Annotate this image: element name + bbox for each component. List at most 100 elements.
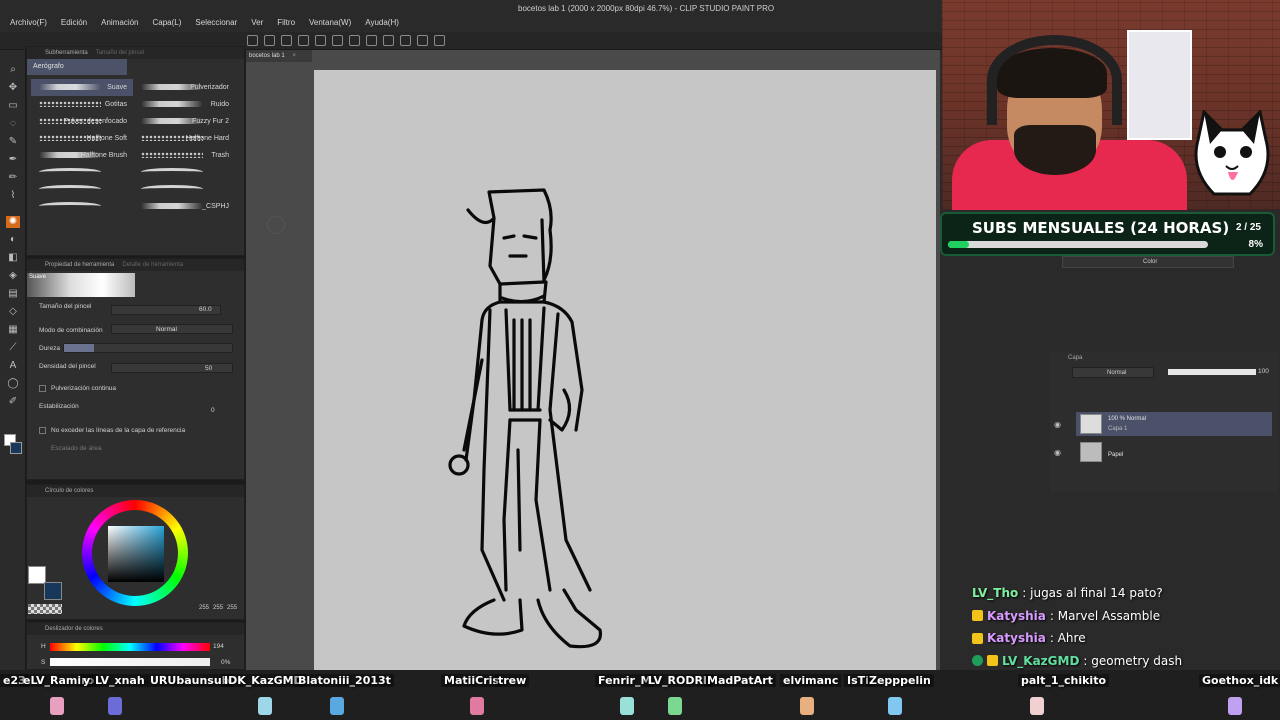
brush-suave[interactable]: Suave xyxy=(31,79,133,96)
airbrush-tool-icon[interactable]: ✺ xyxy=(6,216,20,228)
open-file-icon[interactable] xyxy=(264,35,275,46)
subtool-header-label[interactable]: Subherramienta xyxy=(45,50,88,56)
saturation-square[interactable] xyxy=(108,526,164,582)
pencil-tool-icon[interactable]: ✏ xyxy=(6,172,20,184)
fill-icon[interactable] xyxy=(349,35,360,46)
save-icon[interactable] xyxy=(281,35,292,46)
balloon-tool-icon[interactable]: ◯ xyxy=(6,378,20,390)
menu-edicion[interactable]: Edición xyxy=(61,18,87,27)
brush-pulver-desenfocado[interactable]: Pulver. desenfocado xyxy=(31,113,133,130)
viewer-avatar xyxy=(668,697,682,715)
color-wheel-header: Círculo de colores xyxy=(27,485,244,497)
chat-username: Katyshia xyxy=(987,608,1046,623)
brush-gotitas[interactable]: Gotitas xyxy=(31,96,133,113)
layer-opacity-slider[interactable] xyxy=(1168,369,1256,375)
continuous-checkbox[interactable] xyxy=(39,385,46,392)
move-tool-icon[interactable]: ✥ xyxy=(6,82,20,94)
gradient-tool-icon[interactable]: ▤ xyxy=(6,288,20,300)
brush-halftone-soft[interactable]: Halftone Soft xyxy=(31,130,133,147)
subs-percent: 8% xyxy=(1248,239,1263,250)
viewer-name: Blatoniii_2013t xyxy=(295,674,394,687)
transparent-swatch[interactable] xyxy=(28,604,62,614)
color-wheel-header-label[interactable]: Círculo de colores xyxy=(45,488,93,494)
ref-layer-checkbox[interactable] xyxy=(39,427,46,434)
eraser-tool-icon[interactable]: ◧ xyxy=(6,252,20,264)
layer-header[interactable]: Capa xyxy=(1068,355,1082,361)
preset-preview[interactable]: Suave xyxy=(27,273,135,297)
transform-icon[interactable] xyxy=(366,35,377,46)
brush-pulverizador[interactable]: Pulverizador xyxy=(133,79,235,96)
frame-tool-icon[interactable]: ▦ xyxy=(6,324,20,336)
clear-icon[interactable] xyxy=(332,35,343,46)
brush-label: Halftone Soft xyxy=(86,135,127,142)
layer-blend-select[interactable]: Normal xyxy=(1072,367,1154,378)
color-mode-select[interactable]: Color xyxy=(1062,256,1234,268)
viewer-avatar xyxy=(888,697,902,715)
ruler-icon[interactable] xyxy=(417,35,428,46)
undo-icon[interactable] xyxy=(298,35,309,46)
blend-tool-icon[interactable]: ◐ xyxy=(6,234,20,246)
lasso-tool-icon[interactable]: ◌ xyxy=(6,118,20,130)
perspective-icon[interactable] xyxy=(434,35,445,46)
blend-mode-select[interactable]: Normal xyxy=(111,324,233,334)
canvas-paper[interactable] xyxy=(314,70,936,670)
deselect-icon[interactable] xyxy=(383,35,394,46)
select-tool-icon[interactable]: ▭ xyxy=(6,100,20,112)
layer-name: Papel xyxy=(1108,452,1124,458)
layer-row-capa-1[interactable]: 100 % Normal Capa 1 xyxy=(1076,412,1272,436)
brush-ruido[interactable]: Ruido xyxy=(133,96,235,113)
menu-ventana[interactable]: Ventana(W) xyxy=(309,18,351,27)
visibility-eye-icon[interactable]: ◉ xyxy=(1054,420,1061,429)
pen-tool-icon[interactable]: ✒ xyxy=(6,154,20,166)
color-wheel[interactable] xyxy=(82,500,188,606)
brush-fuzzy-fur[interactable]: Fuzzy Fur 2 xyxy=(133,113,235,130)
snap-icon[interactable] xyxy=(400,35,411,46)
brush-tool-icon[interactable]: ⌇ xyxy=(6,190,20,202)
layer-row-papel[interactable]: Papel xyxy=(1076,440,1272,464)
command-icons xyxy=(247,35,445,46)
menu-archivo[interactable]: Archivo(F) xyxy=(10,18,47,27)
menu-filtro[interactable]: Filtro xyxy=(277,18,295,27)
color-slider-header-label[interactable]: Deslizador de colores xyxy=(45,626,103,632)
brush-wave-3[interactable] xyxy=(31,181,133,198)
brush-wave-4[interactable] xyxy=(133,181,235,198)
sub-color-swatch-large[interactable] xyxy=(44,582,62,600)
visibility-eye-icon[interactable]: ◉ xyxy=(1054,448,1061,457)
hardness-slider[interactable] xyxy=(63,343,233,353)
redo-icon[interactable] xyxy=(315,35,326,46)
ruler-tool-icon[interactable]: ⟋ xyxy=(6,342,20,354)
correction-tool-icon[interactable]: ✐ xyxy=(6,396,20,408)
fill-tool-icon[interactable]: ◈ xyxy=(6,270,20,282)
zoom-tool-icon[interactable]: ⌕ xyxy=(6,64,20,76)
menu-ayuda[interactable]: Ayuda(H) xyxy=(365,18,399,27)
tool-property-header-dim[interactable]: Detalle de herramienta xyxy=(122,262,183,268)
brush-halftone-hard[interactable]: Halftone Hard xyxy=(133,130,235,147)
chat-message: LV_Tho : jugas al final 14 pato? xyxy=(972,582,1277,605)
tool-property-header-label[interactable]: Propiedad de herramienta xyxy=(45,262,114,268)
hue-slider[interactable] xyxy=(50,643,210,651)
close-tab-icon[interactable]: × xyxy=(292,53,296,59)
brush-wave-2[interactable] xyxy=(133,164,235,181)
eyedropper-tool-icon[interactable]: ✎ xyxy=(6,136,20,148)
text-tool-icon[interactable]: A xyxy=(6,360,20,372)
sub-color-swatch[interactable] xyxy=(10,442,22,454)
new-file-icon[interactable] xyxy=(247,35,258,46)
menu-seleccionar[interactable]: Seleccionar xyxy=(195,18,237,27)
saturation-slider[interactable] xyxy=(50,658,210,666)
brush-wave-1[interactable] xyxy=(31,164,133,181)
chat-username: Katyshia xyxy=(987,631,1046,646)
figure-tool-icon[interactable]: ◇ xyxy=(6,306,20,318)
brush-wave-5[interactable] xyxy=(31,198,133,215)
menu-animacion[interactable]: Animación xyxy=(101,18,138,27)
density-slider[interactable] xyxy=(111,363,233,373)
menu-items: Archivo(F) Edición Animación Capa(L) Sel… xyxy=(10,18,399,27)
brush-csphj[interactable]: _CSPHJ xyxy=(133,198,235,215)
airbrush-group-tab[interactable]: Aerógrafo xyxy=(27,59,127,75)
menu-capa[interactable]: Capa(L) xyxy=(153,18,182,27)
brush-trash[interactable]: Trash xyxy=(133,147,235,164)
document-tab[interactable]: bocetos lab 1 × xyxy=(246,50,312,62)
menu-ver[interactable]: Ver xyxy=(251,18,263,27)
brush-halftone-brush[interactable]: Halftone Brush xyxy=(31,147,133,164)
s-unit: % xyxy=(224,659,231,666)
subtool-header-dim[interactable]: Tamaño del pincel xyxy=(96,50,144,56)
